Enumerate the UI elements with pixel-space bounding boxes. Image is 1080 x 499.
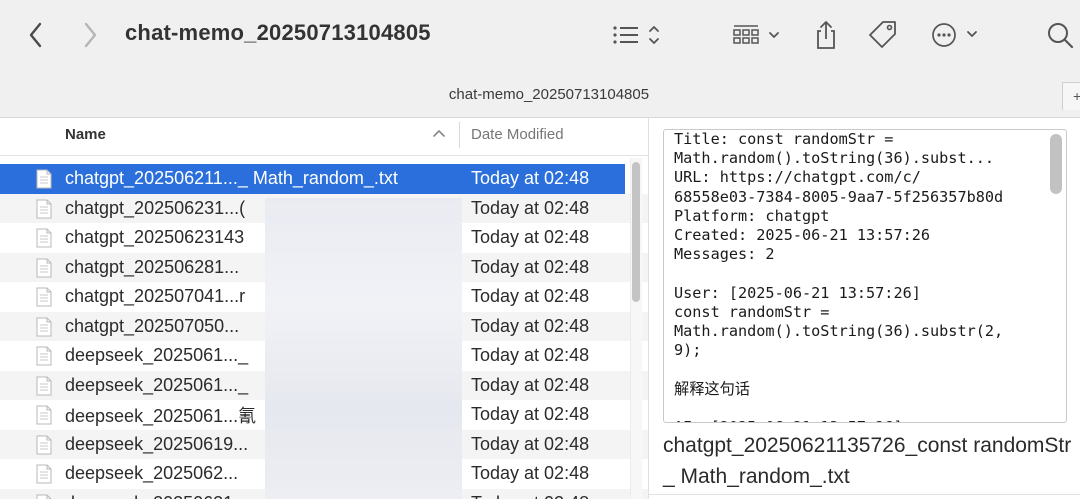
file-date: Today at 02:48	[471, 374, 590, 395]
grid-view-icon[interactable]	[722, 14, 786, 56]
file-date: Today at 02:48	[471, 286, 590, 307]
file-date: Today at 02:48	[471, 227, 590, 248]
share-icon[interactable]	[806, 14, 846, 56]
file-date: Today at 02:48	[471, 256, 590, 277]
preview-line: User: [2025-06-21 13:57:26]	[674, 283, 921, 302]
preview-line: Math.random().toString(36).substr(2,	[674, 322, 1004, 341]
column-divider[interactable]	[459, 122, 460, 148]
file-date: Today at 02:48	[471, 197, 590, 218]
toolbar: chat-memo_20250713104805	[0, 0, 1080, 72]
preview-line: Title: const randomStr =	[674, 130, 894, 148]
column-header: Name Date Modified	[0, 118, 648, 156]
search-icon[interactable]	[1040, 14, 1080, 56]
preview-filename: chatgpt_20250621135726_const randomStr _…	[663, 434, 1072, 488]
pane-divider[interactable]	[648, 118, 649, 499]
divider	[648, 494, 1080, 495]
text-file-icon	[36, 405, 52, 425]
text-file-icon	[36, 376, 52, 396]
text-file-icon	[36, 199, 52, 219]
preview-scrollbar-thumb[interactable]	[1050, 134, 1062, 194]
preview-line: const randomStr =	[674, 302, 830, 321]
chevron-up-icon[interactable]	[432, 126, 446, 145]
tag-icon[interactable]	[860, 14, 906, 56]
text-file-icon	[36, 258, 52, 278]
file-date: Today at 02:48	[471, 345, 590, 366]
preview-line: URL: https://chatgpt.com/c/	[674, 168, 921, 187]
file-date: Today at 02:48	[471, 493, 589, 499]
text-file-icon	[36, 494, 52, 499]
date-column-header[interactable]: Date Modified	[471, 126, 564, 143]
preview-text: Title: const randomStr = Math.random().to…	[674, 130, 1044, 422]
text-file-icon	[36, 228, 52, 248]
preview-line: Platform: chatgpt	[674, 206, 830, 225]
file-date: Today at 02:48	[471, 463, 590, 484]
text-file-icon	[36, 169, 52, 189]
preview-line	[674, 264, 1044, 283]
add-tab-button[interactable]: +	[1062, 82, 1080, 110]
redacted-region	[265, 198, 462, 499]
list-scrollbar-thumb[interactable]	[632, 162, 640, 302]
file-date: Today at 02:48	[471, 168, 590, 189]
text-file-icon	[36, 287, 52, 307]
chevron-left-icon[interactable]	[18, 14, 54, 56]
text-file-icon	[36, 435, 52, 455]
text-file-icon	[36, 464, 52, 484]
preview-line: 9);	[674, 341, 702, 360]
preview-line	[674, 360, 1044, 379]
file-row[interactable]: chatgpt_202506211..._ Math_random_.txt To…	[0, 164, 625, 194]
window-title: chat-memo_20250713104805	[125, 20, 431, 45]
preview-line	[674, 399, 1044, 418]
preview-line: 解释这句话	[674, 379, 750, 398]
ellipsis-circle-icon[interactable]	[925, 14, 991, 56]
file-date: Today at 02:48	[471, 315, 590, 336]
file-preview[interactable]: Title: const randomStr = Math.random().to…	[663, 129, 1067, 423]
preview-line: Created: 2025-06-21 13:57:26	[674, 226, 931, 245]
name-column-header[interactable]: Name	[65, 126, 106, 143]
preview-line: Math.random().toString(36).subst...	[674, 149, 995, 168]
file-date: Today at 02:48	[471, 433, 590, 454]
path-label: chat-memo_20250713104805	[448, 86, 650, 103]
text-file-icon	[36, 346, 52, 366]
text-file-icon	[36, 317, 52, 337]
path-bar: chat-memo_20250713104805 +	[0, 72, 1080, 118]
list-view-icon[interactable]	[600, 14, 666, 56]
preview-line: Messages: 2	[674, 245, 775, 264]
file-name: chatgpt_202506211..._ Math_random_.txt	[65, 168, 398, 189]
file-date: Today at 02:48	[471, 404, 590, 425]
preview-line: AI: [2025-06-21 13:57:26]	[674, 418, 1044, 422]
chevron-right-icon[interactable]	[72, 14, 108, 56]
preview-line: 68558e03-7384-8005-9aa7-5f256357b80d	[674, 187, 1004, 206]
